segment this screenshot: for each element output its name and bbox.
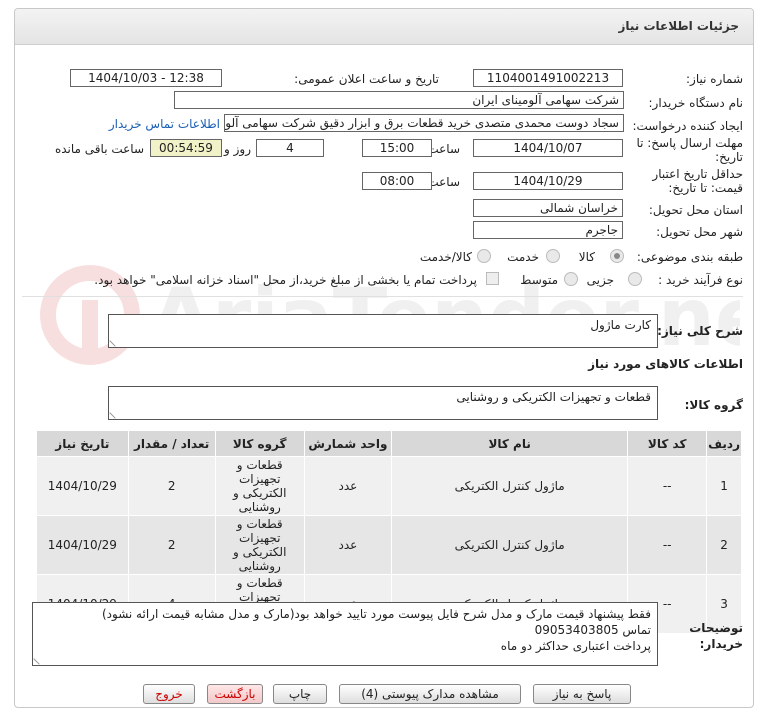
table-header-row: ردیف کد کالا نام کالا واحد شمارش گروه کا… [36, 430, 742, 457]
validity-label: حداقل تاریخ اعتبار قیمت: تا تاریخ: [652, 167, 743, 195]
validity-time-field: 08:00 [362, 172, 432, 190]
buyer-label: نام دستگاه خریدار: [648, 96, 744, 110]
validity-date-field: 1404/10/29 [473, 172, 623, 190]
days-label: روز و [224, 142, 251, 156]
col-code: کد کالا [627, 430, 708, 457]
validity-time-label: ساعت [427, 175, 460, 189]
creator-label: ایجاد کننده درخواست: [632, 119, 743, 133]
panel-title: جزئیات اطلاعات نیاز [618, 19, 739, 33]
table-row: 1 -- ماژول کنترل الکتریکی عدد قطعات و تج… [36, 456, 742, 516]
reply-date-field: 1404/10/07 [473, 139, 623, 157]
cell-qty: 2 [127, 515, 216, 575]
category-option-service: خدمت [507, 250, 539, 264]
goods-group-text: قطعات و تجهیزات الکتریکی و روشنایی [456, 390, 651, 404]
creator-field: سجاد دوست محمدی متصدی خرید قطعات برق و ا… [224, 114, 624, 132]
days-field: 4 [256, 139, 324, 157]
col-group: گروه کالا [214, 430, 305, 457]
buyer-notes-textarea: فقط پیشنهاد قیمت مارک و مدل شرح فایل پیو… [32, 602, 658, 666]
process-label: نوع فرآیند خرید : [658, 273, 743, 287]
category-option-goods-service: کالا/خدمت [419, 250, 472, 264]
category-label: طبقه بندی موضوعی: [636, 250, 743, 264]
need-number-field: 1104001491002213 [473, 69, 623, 87]
category-radio-goods[interactable] [610, 249, 624, 263]
cell-group: قطعات و تجهیزات الکتریکی و روشنایی [214, 456, 305, 516]
process-option-medium: متوسط [520, 273, 558, 287]
cell-code: -- [627, 515, 708, 575]
description-textarea: کارت ماژول [108, 314, 658, 348]
description-text: کارت ماژول [590, 318, 651, 332]
buyer-field: شرکت سهامی آلومینای ایران [174, 91, 624, 109]
view-attachments-button[interactable]: مشاهده مدارک پیوستی (4) [339, 684, 521, 704]
print-button[interactable]: چاپ [273, 684, 327, 704]
buyer-note-line: فقط پیشنهاد قیمت مارک و مدل شرح فایل پیو… [101, 607, 651, 621]
remaining-time-field: 00:54:59 [150, 139, 222, 157]
table-row: 2 -- ماژول کنترل الکتریکی عدد قطعات و تج… [36, 515, 742, 575]
cell-unit: عدد [303, 515, 393, 575]
resize-grip-icon [109, 407, 121, 419]
province-field: خراسان شمالی [473, 199, 623, 217]
buyer-note-line: تماس 09053403805 [534, 623, 651, 637]
buyer-note-line: پرداخت اعتباری حداکثر دو ماه [500, 639, 651, 653]
cell-code: -- [627, 456, 708, 516]
description-label: شرح کلی نیاز: [657, 324, 743, 338]
need-number-label: شماره نیاز: [686, 72, 743, 86]
process-option-minor: جزیی [586, 273, 614, 287]
resize-grip-icon [33, 653, 45, 665]
cell-date: 1404/10/29 [36, 456, 129, 516]
goods-group-textarea: قطعات و تجهیزات الکتریکی و روشنایی [108, 386, 658, 420]
cell-group: قطعات و تجهیزات الکتریکی و روشنایی [214, 515, 305, 575]
goods-group-label: گروه کالا: [684, 398, 743, 412]
cell-qty: 2 [127, 456, 216, 516]
province-label: استان محل تحویل: [648, 203, 743, 217]
cell-date: 1404/10/29 [36, 515, 129, 575]
cell-row: 1 [706, 456, 742, 516]
cell-row: 2 [706, 515, 742, 575]
city-field: جاجرم [473, 221, 623, 239]
treasury-checkbox[interactable] [486, 272, 499, 285]
cell-unit: عدد [303, 456, 393, 516]
divider [22, 296, 743, 297]
back-button[interactable]: بازگشت [207, 684, 263, 704]
category-radio-goods-service[interactable] [477, 249, 491, 263]
buyer-notes-label: توضیحات خریدار: [689, 621, 743, 651]
contact-info-link[interactable]: اطلاعات تماس خریدار [109, 117, 220, 131]
resize-grip-icon [109, 335, 121, 347]
process-radio-minor[interactable] [628, 272, 642, 286]
reply-time-label: ساعت [427, 142, 460, 156]
panel-header: جزئیات اطلاعات نیاز [15, 9, 753, 45]
goods-info-title: اطلاعات کالاهای مورد نیاز [588, 357, 743, 371]
exit-button[interactable]: خروج [143, 684, 195, 704]
announce-label: تاریخ و ساعت اعلان عمومی: [294, 72, 439, 86]
col-unit: واحد شمارش [303, 430, 393, 457]
col-row: ردیف [706, 430, 742, 457]
process-radio-medium[interactable] [564, 272, 578, 286]
cell-name: ماژول کنترل الکتریکی [391, 456, 629, 516]
reply-button[interactable]: پاسخ به نیاز [533, 684, 631, 704]
col-date: تاریخ نیاز [36, 430, 129, 457]
reply-deadline-label: مهلت ارسال پاسخ: تا تاریخ: [636, 136, 743, 164]
treasury-note: پرداخت تمام یا بخشی از مبلغ خرید،از محل … [94, 273, 477, 287]
category-option-goods: کالا [578, 250, 595, 264]
cell-name: ماژول کنترل الکتریکی [391, 515, 629, 575]
announce-datetime-field: 1404/10/03 - 12:38 [70, 69, 222, 87]
reply-time-field: 15:00 [362, 139, 432, 157]
category-radio-service[interactable] [546, 249, 560, 263]
city-label: شهر محل تحویل: [656, 225, 743, 239]
remaining-time-label: ساعت باقی مانده [54, 142, 144, 156]
col-name: نام کالا [391, 430, 629, 457]
col-qty: تعداد / مقدار [127, 430, 216, 457]
